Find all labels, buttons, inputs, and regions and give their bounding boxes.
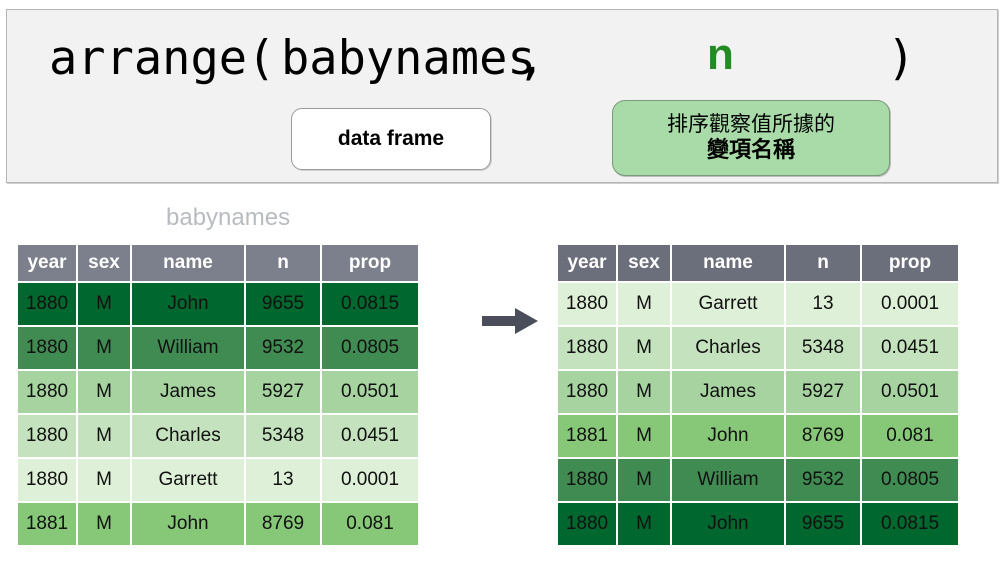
column-header-n: n xyxy=(786,245,860,281)
cell-year: 1881 xyxy=(18,503,76,545)
cell-name: William xyxy=(132,327,244,369)
cell-name: William xyxy=(672,459,784,501)
cell-prop: 0.081 xyxy=(862,415,958,457)
column-header-sex: sex xyxy=(618,245,670,281)
cell-year: 1880 xyxy=(558,283,616,325)
callout-variable-line2: 變項名稱 xyxy=(706,137,795,163)
column-header-prop: prop xyxy=(862,245,958,281)
formula-panel: arrange( babynames , n ) data frame 排序觀察… xyxy=(6,9,998,183)
cell-n: 9532 xyxy=(786,459,860,501)
cell-sex: M xyxy=(618,283,670,325)
cell-sex: M xyxy=(618,371,670,413)
column-header-year: year xyxy=(18,245,76,281)
cell-name: John xyxy=(132,283,244,325)
table-row: 1880 M Charles 5348 0.0451 xyxy=(18,415,418,457)
cell-year: 1880 xyxy=(558,327,616,369)
right-data-table: year sex name n prop 1880 M Garrett 13 0.000… xyxy=(556,243,960,547)
cell-sex: M xyxy=(78,415,130,457)
cell-prop: 0.0805 xyxy=(322,327,418,369)
cell-name: James xyxy=(672,371,784,413)
table-row: 1880 M Charles 5348 0.0451 xyxy=(558,327,958,369)
left-table-title: babynames xyxy=(166,204,291,231)
table-row: 1880 M James 5927 0.0501 xyxy=(558,371,958,413)
right-arrow-icon xyxy=(482,308,538,334)
cell-sex: M xyxy=(618,459,670,501)
cell-year: 1881 xyxy=(558,415,616,457)
cell-n: 13 xyxy=(786,283,860,325)
table-row: 1880 M John 9655 0.0815 xyxy=(558,503,958,545)
table-row: 1880 M James 5927 0.0501 xyxy=(18,371,418,413)
cell-prop: 0.081 xyxy=(322,503,418,545)
cell-prop: 0.0815 xyxy=(862,503,958,545)
table-row: 1880 M William 9532 0.0805 xyxy=(558,459,958,501)
cell-name: Garrett xyxy=(672,283,784,325)
cell-sex: M xyxy=(618,415,670,457)
cell-name: John xyxy=(132,503,244,545)
cell-year: 1880 xyxy=(18,459,76,501)
table-row: 1880 M William 9532 0.0805 xyxy=(18,327,418,369)
cell-n: 9655 xyxy=(246,283,320,325)
cell-sex: M xyxy=(618,327,670,369)
cell-n: 9532 xyxy=(246,327,320,369)
cell-n: 9655 xyxy=(786,503,860,545)
column-header-name: name xyxy=(672,245,784,281)
cell-name: Charles xyxy=(672,327,784,369)
cell-prop: 0.0451 xyxy=(322,415,418,457)
cell-sex: M xyxy=(78,503,130,545)
table-row: 1880 M John 9655 0.0815 xyxy=(18,283,418,325)
cell-year: 1880 xyxy=(558,503,616,545)
formula-closing-paren: ) xyxy=(887,31,916,86)
cell-prop: 0.0001 xyxy=(322,459,418,501)
table-row: 1881 M John 8769 0.081 xyxy=(18,503,418,545)
cell-prop: 0.0451 xyxy=(862,327,958,369)
cell-sex: M xyxy=(78,327,130,369)
cell-prop: 0.0815 xyxy=(322,283,418,325)
column-header-sex: sex xyxy=(78,245,130,281)
cell-year: 1880 xyxy=(558,371,616,413)
cell-sex: M xyxy=(78,371,130,413)
table-row: 1881 M John 8769 0.081 xyxy=(558,415,958,457)
table-header-row: year sex name n prop xyxy=(558,245,958,281)
column-header-n: n xyxy=(246,245,320,281)
table-row: 1880 M Garrett 13 0.0001 xyxy=(558,283,958,325)
cell-n: 8769 xyxy=(246,503,320,545)
cell-name: John xyxy=(672,503,784,545)
cell-n: 5348 xyxy=(786,327,860,369)
callout-data-frame-label: data frame xyxy=(337,127,445,150)
cell-n: 5927 xyxy=(786,371,860,413)
table-row: 1880 M Garrett 13 0.0001 xyxy=(18,459,418,501)
cell-year: 1880 xyxy=(18,371,76,413)
column-header-prop: prop xyxy=(322,245,418,281)
cell-year: 1880 xyxy=(18,415,76,457)
cell-prop: 0.0501 xyxy=(322,371,418,413)
cell-sex: M xyxy=(618,503,670,545)
cell-prop: 0.0501 xyxy=(862,371,958,413)
cell-n: 13 xyxy=(246,459,320,501)
cell-sex: M xyxy=(78,459,130,501)
cell-prop: 0.0001 xyxy=(862,283,958,325)
table-header-row: year sex name n prop xyxy=(18,245,418,281)
cell-n: 5927 xyxy=(246,371,320,413)
cell-name: Garrett xyxy=(132,459,244,501)
cell-year: 1880 xyxy=(18,327,76,369)
cell-n: 8769 xyxy=(786,415,860,457)
left-data-table: year sex name n prop 1880 M John 9655 0.0815… xyxy=(16,243,420,547)
cell-name: James xyxy=(132,371,244,413)
callout-variable-line1: 排序觀察值所據的 xyxy=(667,112,835,136)
callout-data-frame: data frame xyxy=(291,108,491,170)
cell-year: 1880 xyxy=(558,459,616,501)
column-header-year: year xyxy=(558,245,616,281)
cell-prop: 0.0805 xyxy=(862,459,958,501)
callout-variable-name: 排序觀察值所據的 變項名稱 xyxy=(612,100,890,176)
column-header-name: name xyxy=(132,245,244,281)
cell-n: 5348 xyxy=(246,415,320,457)
cell-year: 1880 xyxy=(18,283,76,325)
cell-name: John xyxy=(672,415,784,457)
cell-name: Charles xyxy=(132,415,244,457)
cell-sex: M xyxy=(78,283,130,325)
